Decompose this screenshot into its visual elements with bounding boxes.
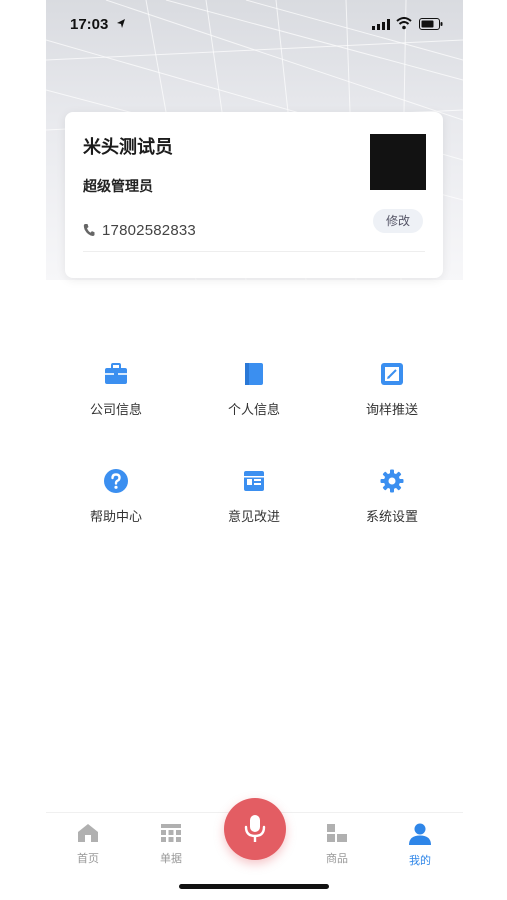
menu-item-label: 系统设置 (365, 509, 418, 524)
tab-label: 我的 (409, 855, 431, 867)
voice-mic-button[interactable] (224, 798, 286, 860)
briefcase-icon (105, 363, 127, 384)
battery-icon (419, 18, 443, 30)
phone-screen: 17:03 米头测试员 超级管理员 17802582833 修改 公司信息 个人… (46, 0, 463, 900)
location-arrow-icon (117, 19, 125, 28)
menu-item-label: 意见改进 (227, 509, 280, 524)
tab-label: 首页 (77, 853, 99, 865)
feedback-icon (244, 471, 264, 491)
phone-icon (83, 224, 95, 236)
menu-item-sample-push[interactable]: 询样推送 (332, 361, 452, 418)
home-icon (78, 824, 98, 842)
menu-item-feedback[interactable]: 意见改进 (194, 468, 314, 525)
menu-item-help-center[interactable]: 帮助中心 (56, 468, 176, 525)
tab-home[interactable]: 首页 (63, 823, 113, 866)
user-icon (409, 823, 431, 845)
menu-item-label: 询样推送 (365, 402, 418, 417)
microphone-icon (244, 815, 266, 842)
user-name: 米头测试员 (83, 137, 173, 157)
menu-item-label: 个人信息 (227, 402, 280, 417)
status-time: 17:03 (70, 16, 109, 33)
phone-number: 17802582833 (102, 222, 196, 239)
grid-icon (161, 824, 181, 842)
gear-icon (380, 469, 404, 493)
edit-profile-button[interactable]: 修改 (373, 209, 423, 233)
tab-orders[interactable]: 单据 (146, 823, 196, 866)
menu-item-label: 公司信息 (89, 402, 142, 417)
menu-item-label: 帮助中心 (89, 509, 142, 524)
wifi-icon (396, 17, 412, 30)
menu-item-company-info[interactable]: 公司信息 (56, 361, 176, 418)
tab-label: 单据 (160, 853, 182, 865)
menu-item-system-settings[interactable]: 系统设置 (332, 468, 452, 525)
profile-card: 米头测试员 超级管理员 17802582833 修改 (65, 112, 443, 278)
tab-label: 商品 (326, 853, 348, 865)
avatar[interactable] (370, 134, 426, 190)
book-icon (245, 363, 263, 385)
signal-icon (372, 19, 390, 30)
card-divider (83, 251, 425, 252)
question-icon (104, 469, 128, 493)
user-role: 超级管理员 (83, 178, 153, 194)
edit-sheet-icon (381, 363, 403, 385)
home-indicator (179, 884, 329, 889)
status-bar: 17:03 (46, 0, 463, 52)
tab-products[interactable]: 商品 (312, 823, 362, 866)
blocks-icon (327, 824, 347, 842)
tab-me[interactable]: 我的 (395, 823, 445, 868)
menu-item-personal-info[interactable]: 个人信息 (194, 361, 314, 418)
